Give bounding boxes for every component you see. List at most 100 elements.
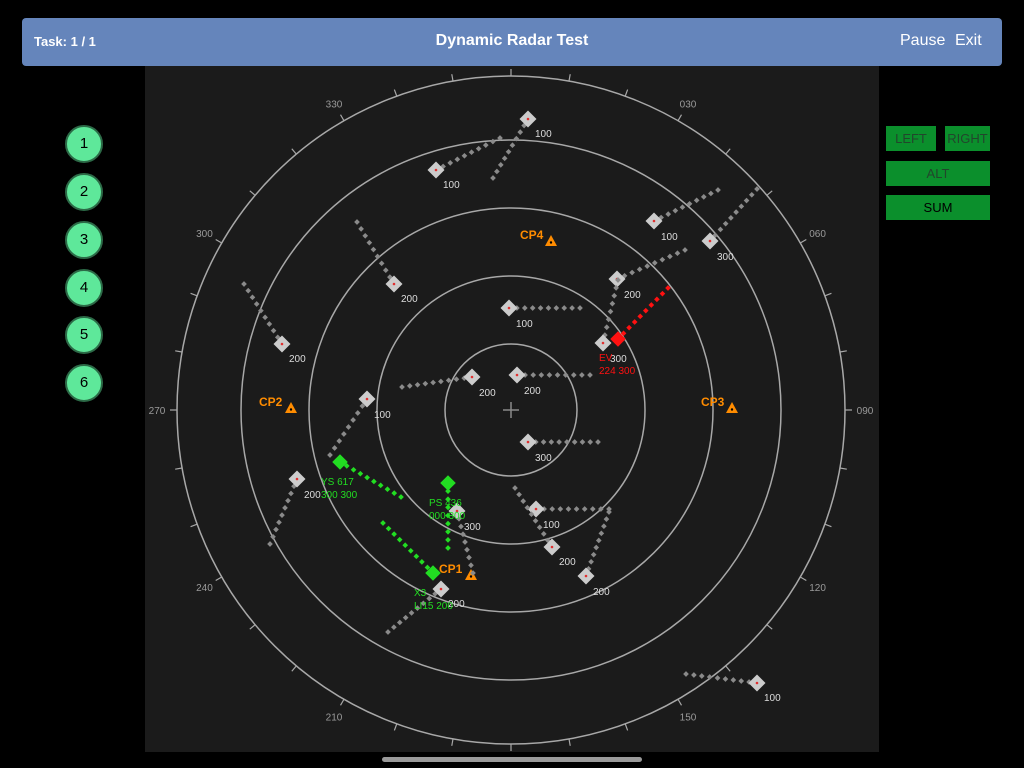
trail-dot [378,260,385,267]
checkpoint-cp4 [545,235,557,246]
tracked-aircraft-t3 [440,475,456,491]
aircraft-label-a6: 200 [624,290,641,301]
trail-dot [490,138,496,145]
trail-dot [270,327,277,334]
task-button-4[interactable]: 4 [65,269,103,307]
aircraft-trail-a13 [267,476,300,547]
aircraft-label-a12: 300 [535,453,552,464]
aircraft-center-dot [507,306,511,310]
trail-dot [530,372,537,378]
task-button-6[interactable]: 6 [65,364,103,402]
tracked-callsign-t3: PS 436 [429,498,462,509]
checkpoint-triangle-icon [545,235,557,246]
tracked-values-t4: LI15 200 [414,601,453,612]
compass-tick [766,624,773,630]
task-button-3[interactable]: 3 [65,221,103,259]
trail-dot [644,263,651,269]
trail-dot [461,152,468,159]
trail-dot [345,424,352,430]
trail-dot [589,506,596,512]
sum-button[interactable]: SUM [886,195,990,220]
alt-button[interactable]: ALT [886,161,990,186]
aircraft-label-a5: 200 [401,294,418,305]
compass-tick [677,698,683,706]
trail-dot [733,209,739,215]
compass-tick [568,74,571,82]
trail-dot [267,541,273,547]
aircraft-center-dot [365,397,369,401]
trail-dot [665,211,672,217]
trail-dot [587,439,594,445]
trail-dot [636,266,643,273]
tracked-callsign-t4: X3 [414,588,427,599]
trail-dot [327,452,333,458]
trail-dot [603,324,610,331]
trail-dot [642,307,649,314]
trail-dot [587,372,593,378]
trail-dot [654,296,660,303]
aircraft-a17 [577,567,595,585]
compass-tick [451,74,454,82]
task-button-1[interactable]: 1 [65,125,103,163]
tracked-aircraft-t2 [332,454,348,470]
trail-dot [366,239,373,246]
trail-dot [571,439,578,445]
tracked-trail-t4 [380,520,436,576]
trail-dot [399,384,405,390]
aircraft-diamond [332,454,348,470]
trail-dot [364,474,370,481]
compass-label-210: 210 [326,713,343,724]
trail-dot [445,537,451,543]
trail-dot [374,253,381,260]
aircraft-trail-a4 [707,186,760,244]
trail-dot [728,215,734,221]
trail-dot [464,546,470,553]
aircraft-center-dot [652,219,656,223]
trail-dot [380,520,386,526]
checkpoint-dot [730,408,734,411]
aircraft-label-a8: 100 [516,319,533,330]
aircraft-label-a13: 200 [304,490,321,501]
compass-tick [393,89,398,97]
pause-button[interactable]: Pause [900,32,945,50]
aircraft-label-a11: 100 [374,410,391,421]
compass-tick [339,698,345,706]
aircraft-a12 [519,433,537,451]
trail-dot [438,378,444,385]
task-button-2[interactable]: 2 [65,173,103,211]
trail-dot [682,247,688,253]
trail-dot [715,187,721,193]
trail-dot [445,545,451,551]
aircraft-a20 [594,334,612,352]
right-button[interactable]: RIGHT [945,126,990,151]
compass-tick [249,190,256,196]
trail-dot [629,269,635,276]
task-button-5[interactable]: 5 [65,316,103,354]
aircraft-label-a19: 100 [764,693,781,704]
aircraft-center-dot [526,440,530,444]
left-button[interactable]: LEFT [886,126,936,151]
trail-dot [603,516,610,522]
aircraft-label-a4: 300 [717,252,734,263]
trail-dot [402,542,409,549]
compass-label-270: 270 [149,406,166,417]
radar-scope[interactable]: 360030060090120150180210240270300330CP1C… [145,52,879,768]
exit-button[interactable]: Exit [955,32,982,50]
compass-tick [624,89,629,97]
trail-dot [683,671,689,677]
trail-dot [532,517,539,524]
trail-dot [482,142,489,148]
aircraft-center-dot [755,681,759,685]
trail-dot [593,544,600,551]
checkpoint-triangle-icon [465,569,477,580]
trail-dot [241,281,247,287]
top-bar: Task: 1 / 1 Dynamic Radar Test Pause Exi… [22,18,1002,66]
radar-svg: 360030060090120150180210240270300330CP1C… [149,52,874,768]
trail-dot [540,439,547,445]
trail-dot [579,372,585,378]
aircraft-center-dot [295,477,299,481]
trail-dot [548,439,555,445]
trail-dot [659,256,666,263]
trail-dot [557,506,564,512]
aircraft-trail-a19 [683,671,760,686]
